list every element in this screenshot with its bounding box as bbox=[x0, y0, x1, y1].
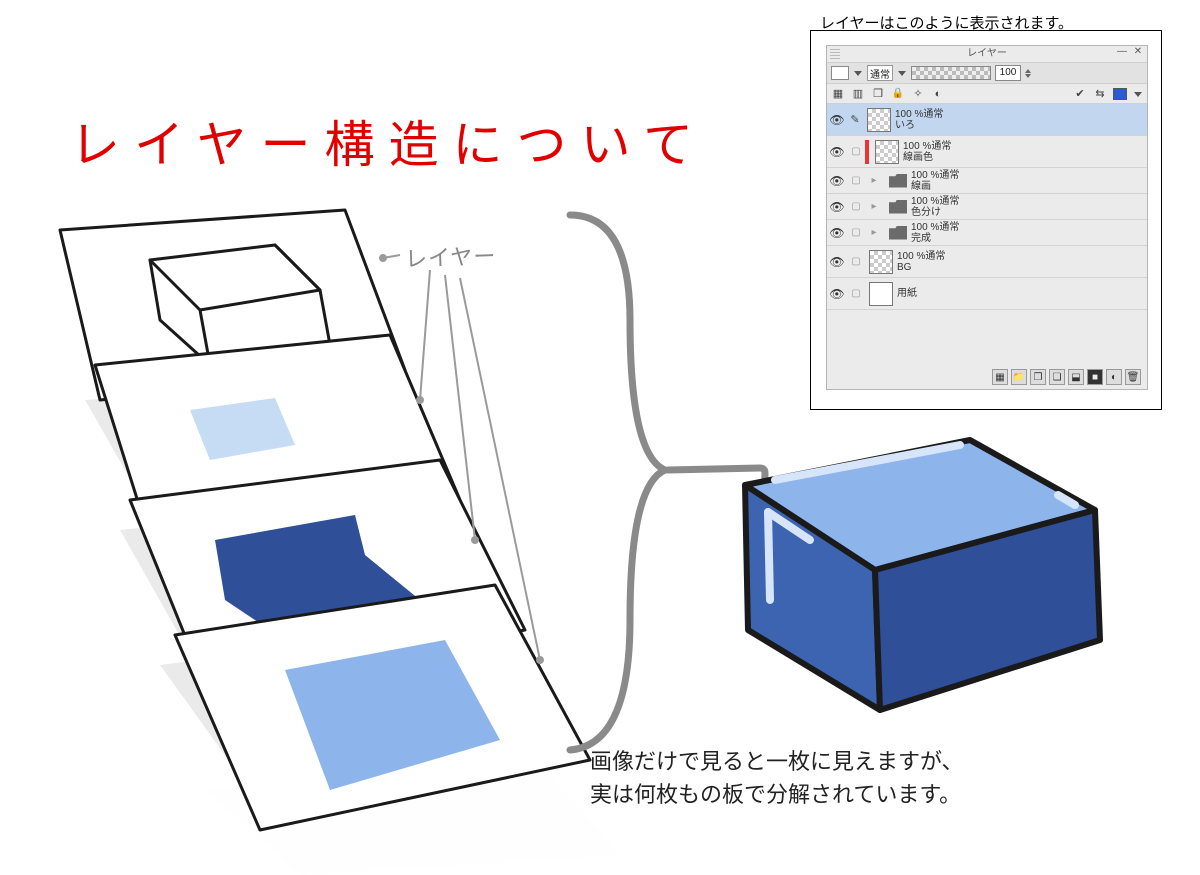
panel-tools-row: ▦ ▥ ❒ 🔒 ✧ ◐ ✔ ⇆ bbox=[827, 84, 1147, 104]
layer-opacity-label: 100 %通常 bbox=[911, 222, 959, 233]
expand-icon[interactable]: ▢ bbox=[847, 201, 865, 212]
edit-icon[interactable]: ✎ bbox=[847, 113, 863, 126]
expand-icon[interactable]: ▢ bbox=[847, 175, 865, 186]
layer-thumbnail bbox=[869, 282, 893, 306]
new-group-icon[interactable]: ❐ bbox=[1030, 369, 1046, 385]
folder-toggle-icon[interactable]: ▸ bbox=[865, 175, 883, 186]
folder-icon bbox=[889, 200, 907, 214]
layer-row[interactable]: 👁 ▢ ▸ 100 %通常色分け bbox=[827, 194, 1147, 220]
layer-row[interactable]: 👁 ▢ ▸ 100 %通常線画 bbox=[827, 168, 1147, 194]
brace-arrow bbox=[570, 215, 780, 750]
minimize-icon[interactable]: — bbox=[1115, 46, 1129, 60]
expand-icon[interactable]: ▢ bbox=[847, 256, 865, 267]
layer-name: BG bbox=[897, 262, 945, 273]
layer-thumbnail bbox=[867, 108, 891, 132]
blend-dropdown-icon[interactable] bbox=[897, 66, 907, 80]
caption-line2: 実は何枚もの板で分解されています。 bbox=[590, 782, 961, 807]
layer-row[interactable]: 👁 ✎ 100 %通常いろ bbox=[827, 104, 1147, 136]
new-layer-icon[interactable]: ▦ bbox=[992, 369, 1008, 385]
panel-titlebar[interactable]: レイヤー — ✕ bbox=[827, 46, 1147, 62]
panel-footer: ▦ 📁 ❐ ❏ ⬓ ■ ◐ 🗑 bbox=[992, 369, 1141, 385]
caption-line1: 画像だけで見ると一枚に見えますが、 bbox=[590, 749, 964, 774]
panel-blend-row: 通常 100 bbox=[827, 62, 1147, 84]
link-icon[interactable]: ❒ bbox=[871, 87, 885, 101]
bottom-caption: 画像だけで見ると一枚に見えますが、 実は何枚もの板で分解されています。 bbox=[590, 745, 964, 811]
layer-color-bar bbox=[865, 140, 869, 164]
layer-thumbnail bbox=[875, 140, 899, 164]
layer-row[interactable]: 👁 ▢ ▸ 100 %通常完成 bbox=[827, 220, 1147, 246]
layer-panel: レイヤー — ✕ 通常 100 ▦ ▥ ❒ 🔒 ✧ ◐ ✔ ⇆ bbox=[826, 45, 1148, 390]
layer-opacity-label: 100 %通常 bbox=[897, 251, 945, 262]
lock-icon[interactable]: 🔒 bbox=[891, 87, 905, 101]
visibility-icon[interactable]: 👁 bbox=[827, 226, 847, 240]
layer-name: いろ bbox=[895, 120, 943, 131]
transfer-icon[interactable]: ⇆ bbox=[1093, 87, 1107, 101]
layer-name: 完成 bbox=[911, 233, 959, 244]
delete-icon[interactable]: 🗑 bbox=[1125, 369, 1141, 385]
folder-icon bbox=[889, 226, 907, 240]
mask-icon[interactable]: ▥ bbox=[851, 87, 865, 101]
ghost-icon[interactable]: ◐ bbox=[931, 87, 945, 101]
visibility-icon[interactable]: 👁 bbox=[827, 174, 847, 188]
page-title: レイヤー構造について bbox=[70, 105, 707, 177]
layer-panel-frame: レイヤー — ✕ 通常 100 ▦ ▥ ❒ 🔒 ✧ ◐ ✔ ⇆ bbox=[810, 30, 1162, 410]
expand-icon[interactable]: ▢ bbox=[847, 227, 865, 238]
adjustment-icon[interactable]: ◐ bbox=[1106, 369, 1122, 385]
new-folder-icon[interactable]: 📁 bbox=[1011, 369, 1027, 385]
wand-icon[interactable]: ✧ bbox=[911, 87, 925, 101]
layer-stack bbox=[60, 210, 620, 875]
drag-handle-icon[interactable] bbox=[830, 49, 840, 59]
folder-icon bbox=[889, 174, 907, 188]
layer-color-icon[interactable] bbox=[1113, 88, 1127, 100]
merge-icon[interactable]: ⬓ bbox=[1068, 369, 1084, 385]
visibility-icon[interactable]: 👁 bbox=[827, 287, 847, 301]
close-icon[interactable]: ✕ bbox=[1131, 46, 1145, 60]
visibility-icon[interactable]: 👁 bbox=[827, 255, 847, 269]
visibility-icon[interactable]: 👁 bbox=[827, 145, 847, 159]
expand-icon[interactable]: ▢ bbox=[847, 146, 865, 157]
layer-name: 線画 bbox=[911, 181, 959, 192]
opacity-value[interactable]: 100 bbox=[995, 65, 1021, 81]
color-dropdown-icon[interactable] bbox=[1133, 87, 1143, 101]
panel-title-text: レイヤー bbox=[967, 48, 1007, 59]
layer-row[interactable]: 👁 ▢ 100 %通常線画色 bbox=[827, 136, 1147, 168]
layer-list: 👁 ✎ 100 %通常いろ 👁 ▢ 100 %通常線画色 👁 ▢ ▸ 100 %… bbox=[827, 104, 1147, 336]
result-cube bbox=[745, 440, 1100, 710]
opacity-spinner[interactable] bbox=[1025, 65, 1033, 81]
check-icon[interactable]: ✔ bbox=[1073, 87, 1087, 101]
visibility-icon[interactable]: 👁 bbox=[827, 200, 847, 214]
layer-name: 用紙 bbox=[897, 288, 917, 299]
layer-opacity-label: 100 %通常 bbox=[911, 170, 959, 181]
layer-thumbnail bbox=[869, 250, 893, 274]
leader-lines bbox=[380, 255, 543, 663]
palette-dropdown-icon[interactable] bbox=[853, 66, 863, 80]
layer-row[interactable]: 👁 ▢ 100 %通常BG bbox=[827, 246, 1147, 278]
opacity-slider[interactable] bbox=[911, 66, 991, 80]
mask-rect-icon[interactable]: ■ bbox=[1087, 369, 1103, 385]
folder-toggle-icon[interactable]: ▸ bbox=[865, 201, 883, 212]
layer-row[interactable]: 👁 ▢ 用紙 bbox=[827, 278, 1147, 310]
layer-name: 色分け bbox=[911, 207, 959, 218]
layer-hand-label: レイヤー bbox=[404, 238, 496, 273]
layer-opacity-label: 100 %通常 bbox=[903, 141, 951, 152]
layer-icon[interactable]: ▦ bbox=[831, 87, 845, 101]
duplicate-icon[interactable]: ❏ bbox=[1049, 369, 1065, 385]
visibility-icon[interactable]: 👁 bbox=[827, 113, 847, 127]
palette-swatch-icon[interactable] bbox=[831, 66, 849, 80]
blend-mode-select[interactable]: 通常 bbox=[867, 65, 893, 81]
layer-opacity-label: 100 %通常 bbox=[911, 196, 959, 207]
folder-toggle-icon[interactable]: ▸ bbox=[865, 227, 883, 238]
layer-opacity-label: 100 %通常 bbox=[895, 109, 943, 120]
layer-name: 線画色 bbox=[903, 152, 951, 163]
expand-icon[interactable]: ▢ bbox=[847, 288, 865, 299]
